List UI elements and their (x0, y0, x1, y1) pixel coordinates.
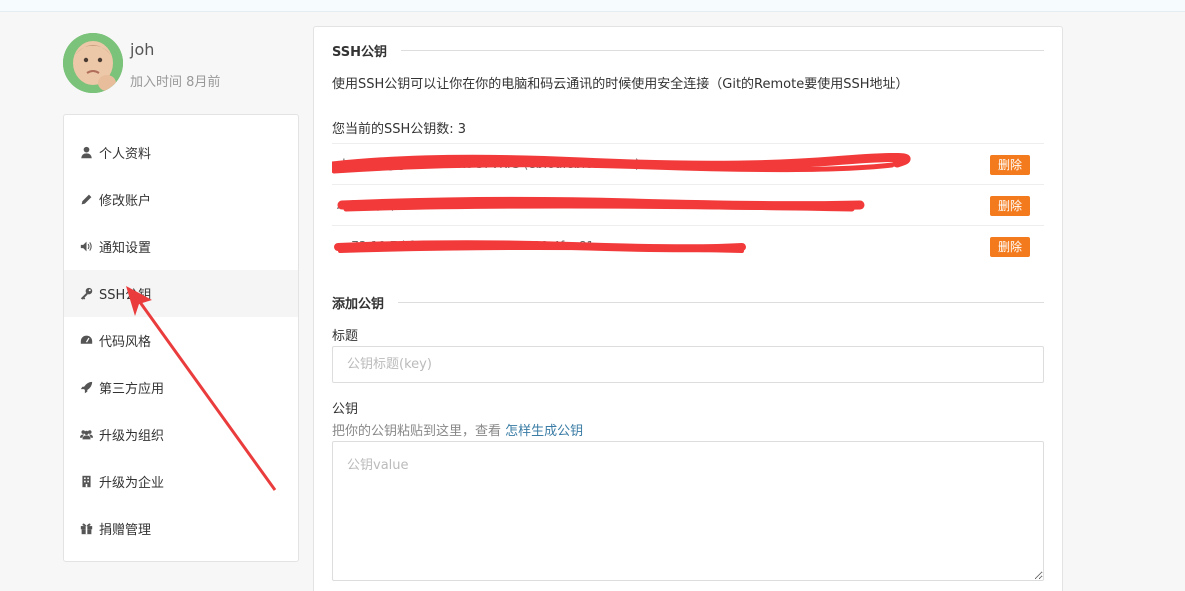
sidebar-item-label: 第三方应用 (99, 382, 165, 397)
key-title-input[interactable] (332, 346, 1044, 383)
building-icon (79, 475, 93, 489)
sidebar-item-label: 个人资料 (99, 147, 152, 162)
key-hint: 把你的公钥粘贴到这里，查看 怎样生成公钥 (332, 420, 583, 439)
sidebar-item-third-party-apps[interactable]: 第三方应用 (64, 364, 298, 411)
sidebar-item-donation[interactable]: 捐赠管理 (64, 505, 298, 552)
volume-icon (79, 240, 93, 254)
ssh-description: 使用SSH公钥可以让你在你的电脑和码云通讯的时候使用安全连接（Git的Remot… (332, 77, 909, 92)
ssh-key-panel: SSH公钥 使用SSH公钥可以让你在你的电脑和码云通讯的时候使用安全连接（Git… (313, 26, 1063, 591)
username[interactable]: joh (130, 40, 154, 59)
sidebar-item-label: 升级为组织 (99, 429, 165, 444)
ssh-key-fingerprint: zhaoheng@LAPTOP-KOG7VKIG (eb:8a:eb:65:ea… (336, 157, 640, 171)
sidebar-item-account[interactable]: 修改账户 (64, 176, 298, 223)
avatar[interactable] (63, 33, 123, 93)
ssh-key-count: 您当前的SSH公钥数: 3 (332, 122, 467, 137)
settings-sidebar: 个人资料 修改账户 通知设置 SSH公钥 代码风格 第三方应用 升级为组织 升级… (63, 114, 299, 562)
sidebar-item-upgrade-enterprise[interactable]: 升级为企业 (64, 458, 298, 505)
delete-key-button[interactable]: 删除 (989, 155, 1030, 175)
sidebar-item-label: 通知设置 (99, 241, 152, 256)
sidebar-item-label: 代码风格 (99, 335, 152, 350)
users-icon (79, 428, 93, 442)
delete-key-button[interactable]: 删除 (989, 196, 1030, 216)
avatar-image (63, 33, 123, 93)
ssh-key-fingerprint: ... 73:10:7d:f1:...:d3:65:...:d61...:00:… (336, 239, 606, 253)
divider (398, 302, 1044, 303)
sidebar-item-label: 捐赠管理 (99, 523, 152, 538)
delete-key-button[interactable]: 删除 (989, 237, 1030, 257)
rocket-icon (79, 381, 93, 395)
key-value-label: 公钥 (332, 402, 359, 417)
key-value-textarea[interactable] (332, 441, 1044, 581)
ssh-section-title: SSH公钥 (332, 41, 1044, 60)
key-title-label: 标题 (332, 329, 359, 344)
ssh-title-text: SSH公钥 (332, 45, 388, 60)
gift-icon (79, 522, 93, 536)
sidebar-item-notifications[interactable]: 通知设置 (64, 223, 298, 270)
sidebar-item-profile[interactable]: 个人资料 (64, 129, 298, 176)
list-item: ... 73:10:7d:f1:...:d3:65:...:d61...:00:… (332, 225, 1044, 266)
list-item: ...@... (...) 删除 (332, 184, 1044, 225)
list-item: zhaoheng@LAPTOP-KOG7VKIG (eb:8a:eb:65:ea… (332, 143, 1044, 184)
top-bar (0, 0, 1185, 12)
sidebar-item-label: 升级为企业 (99, 476, 165, 491)
ssh-key-fingerprint: ...@... (...) (336, 198, 396, 212)
add-key-title-text: 添加公钥 (332, 297, 385, 312)
divider (401, 50, 1044, 51)
sidebar-item-code-style[interactable]: 代码风格 (64, 317, 298, 364)
how-to-generate-key-link[interactable]: 怎样生成公钥 (505, 424, 583, 439)
sidebar-item-upgrade-organization[interactable]: 升级为组织 (64, 411, 298, 458)
sidebar-item-label: SSH公钥 (99, 288, 152, 303)
sidebar-item-ssh-keys[interactable]: SSH公钥 (64, 270, 298, 317)
key-hint-text: 把你的公钥粘贴到这里，查看 (332, 424, 506, 439)
dashboard-icon (79, 334, 93, 348)
pencil-icon (79, 193, 93, 207)
join-time: 加入时间 8月前 (130, 75, 221, 90)
key-icon (79, 287, 93, 301)
ssh-key-list: zhaoheng@LAPTOP-KOG7VKIG (eb:8a:eb:65:ea… (332, 143, 1044, 266)
user-icon (79, 146, 93, 160)
add-key-section-title: 添加公钥 (332, 293, 1044, 312)
sidebar-item-label: 修改账户 (99, 194, 152, 209)
